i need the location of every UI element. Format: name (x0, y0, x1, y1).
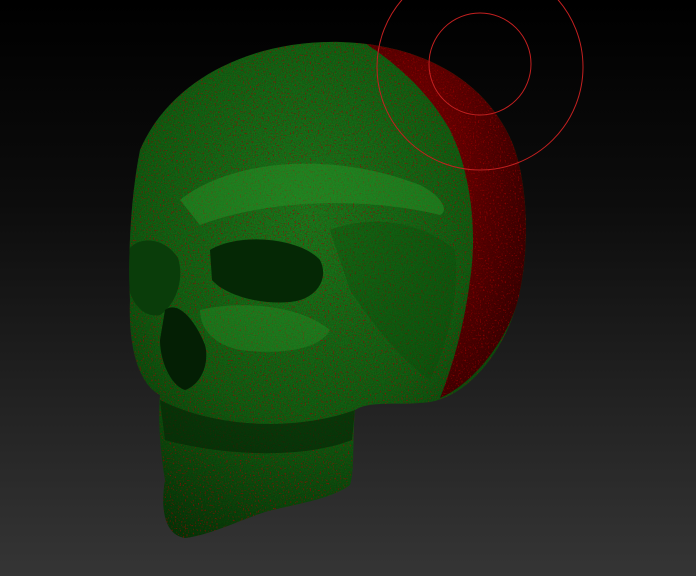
viewport-canvas[interactable] (0, 0, 696, 576)
3d-viewport[interactable] (0, 0, 696, 576)
